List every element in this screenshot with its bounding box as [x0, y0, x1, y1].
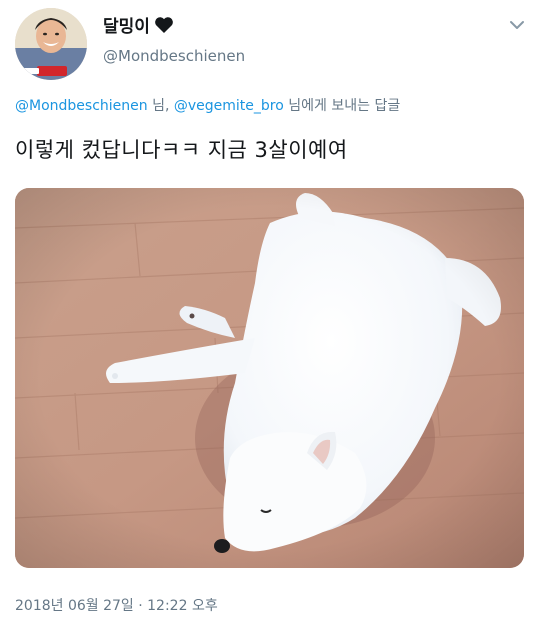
avatar[interactable] [15, 8, 87, 80]
reply-mention-mondbeschienen[interactable]: @Mondbeschienen [15, 98, 148, 114]
heart-icon [154, 16, 174, 34]
tweet-text: 이렇게 컸답니다ㅋㅋ 지금 3살이예여 [15, 138, 348, 162]
chevron-down-icon[interactable] [506, 14, 528, 36]
reply-mention-vegemite-bro[interactable]: @vegemite_bro [174, 98, 284, 114]
display-name[interactable]: 달밍이 [103, 12, 150, 37]
dog-photo-image [15, 188, 524, 568]
reply-context: @Mondbeschienen 님, @vegemite_bro 님에게 보내는… [15, 95, 400, 115]
author-handle[interactable]: @Mondbeschienen [103, 47, 245, 65]
tweet-photo[interactable] [15, 188, 524, 568]
author-name-row[interactable]: 달밍이 [103, 12, 174, 37]
tweet-timestamp[interactable]: 2018년 06월 27일 · 12:22 오후 [15, 595, 218, 615]
avatar-image [15, 8, 87, 80]
reply-suffix: 님에게 보내는 답글 [283, 98, 401, 114]
reply-separator: 님, [147, 98, 174, 114]
